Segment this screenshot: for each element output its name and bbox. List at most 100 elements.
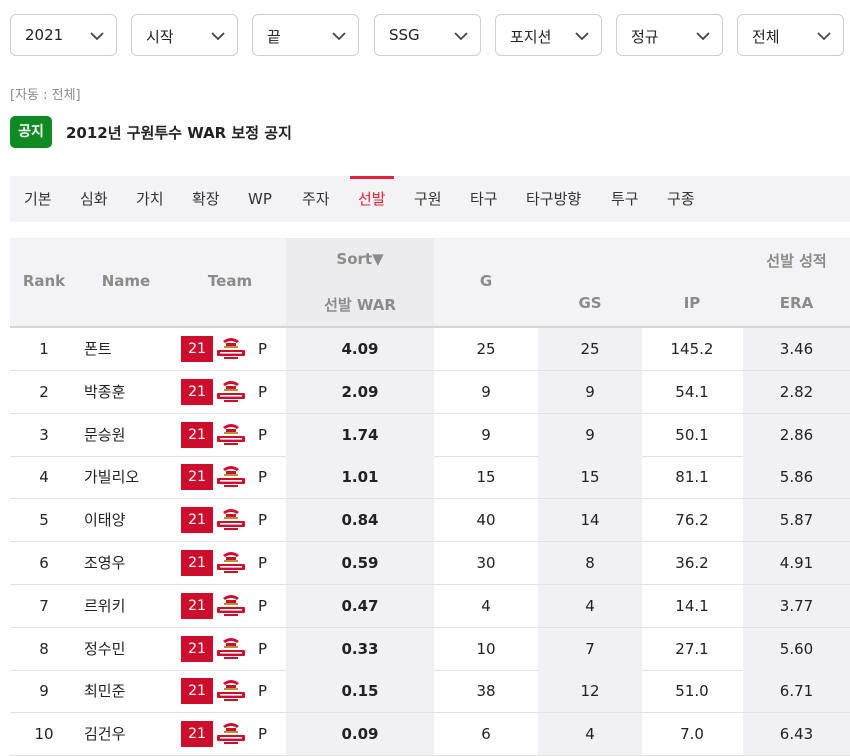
filter-bar: 2021 시작 끝 SSG 포지션 정규 전체 (10, 14, 850, 56)
tab-batted-ball[interactable]: 타구 (470, 176, 498, 222)
header-g[interactable]: G (434, 272, 538, 290)
filter-qualify-select[interactable]: 전체 (737, 14, 844, 56)
filter-end-select[interactable]: 끝 (252, 14, 359, 56)
header-era[interactable]: ERA (743, 294, 850, 312)
player-name-link[interactable]: 이태양 (84, 499, 174, 541)
player-name-link[interactable]: 가빌리오 (84, 456, 174, 498)
team-year-badge: 21 (181, 721, 213, 748)
landers-logo-icon (217, 552, 245, 573)
player-name-link[interactable]: 폰트 (84, 328, 174, 370)
era-cell: 5.87 (779, 511, 814, 530)
header-ip[interactable]: IP (642, 294, 742, 312)
table-row[interactable]: 7 르위키 21 P 0.47 4 4 14.1 3.77 (10, 584, 850, 628)
era-cell: 2.82 (779, 382, 814, 401)
position-cell: P (258, 725, 268, 744)
player-name-link[interactable]: 최민준 (84, 670, 174, 712)
tab-batted-ball-direction[interactable]: 타구방향 (526, 176, 581, 222)
tab-advanced[interactable]: 심화 (80, 176, 108, 222)
tab-basic[interactable]: 기본 (24, 176, 52, 222)
landers-logo-icon (217, 594, 245, 616)
tab-pitch-type[interactable]: 구종 (667, 176, 695, 222)
notice-link[interactable]: 2012년 구원투수 WAR 보정 공지 (66, 122, 292, 143)
table-row[interactable]: 9 최민준 21 P 0.15 38 12 51.0 6.71 (10, 670, 850, 714)
table-row[interactable]: 10 김건우 21 P 0.09 6 4 7.0 6.43 (10, 713, 850, 756)
rank-cell: 10 (34, 725, 54, 744)
rank-cell: 1 (39, 340, 49, 358)
header-sort[interactable]: Sort▼ (286, 250, 434, 268)
header-gs[interactable]: GS (538, 294, 642, 312)
position-cell: P (258, 682, 268, 701)
ip-cell: 81.1 (675, 468, 709, 487)
team-year-badge: 21 (181, 464, 213, 491)
filter-season-select[interactable]: 2021 (10, 14, 117, 56)
filter-qualify-label: 전체 (752, 28, 780, 46)
landers-logo-icon (217, 466, 245, 488)
starter-war-cell: 0.15 (341, 682, 379, 701)
header-starter-stats-group: 선발 성적 (766, 252, 827, 270)
ip-cell: 145.2 (670, 340, 714, 358)
tab-extended[interactable]: 확장 (192, 176, 220, 222)
team-year-badge: 21 (181, 507, 213, 534)
ip-cell: 76.2 (675, 511, 709, 530)
table-row[interactable]: 1 폰트 21 P 4.09 25 25 145.2 3.46 (10, 328, 850, 371)
header-name[interactable]: Name (84, 272, 168, 290)
position-cell: P (258, 425, 268, 444)
table-row[interactable]: 2 박종훈 21 P 2.09 9 9 54.1 2.82 (10, 370, 850, 414)
position-cell: P (258, 468, 268, 487)
table-row[interactable]: 3 문승원 21 P 1.74 9 9 50.1 2.86 (10, 413, 850, 457)
g-cell: 38 (476, 682, 496, 701)
landers-logo-icon (217, 680, 245, 702)
player-name-link[interactable]: 정수민 (84, 628, 174, 670)
rank-cell: 9 (39, 682, 49, 701)
chevron-down-icon (696, 32, 710, 41)
table-row[interactable]: 4 가빌리오 21 P 1.01 15 15 81.1 5.86 (10, 456, 850, 500)
notice-badge: 공지 (10, 116, 52, 148)
filter-start-select[interactable]: 시작 (131, 14, 238, 56)
player-name-link[interactable]: 조영우 (84, 542, 174, 584)
filter-season-type-label: 정규 (631, 28, 659, 46)
position-cell: P (258, 596, 268, 615)
player-name-link[interactable]: 박종훈 (84, 371, 174, 413)
tab-pitching[interactable]: 투구 (611, 176, 639, 222)
starter-war-cell: 0.47 (341, 596, 379, 615)
tab-starter[interactable]: 선발 (350, 176, 394, 222)
table-row[interactable]: 6 조영우 21 P 0.59 30 8 36.2 4.91 (10, 542, 850, 585)
tab-wp[interactable]: WP (248, 176, 272, 222)
header-rank[interactable]: Rank (10, 272, 78, 290)
player-name-link[interactable]: 문승원 (84, 414, 174, 456)
table-row[interactable]: 8 정수민 21 P 0.33 10 7 27.1 5.60 (10, 627, 850, 671)
starter-war-cell: 0.84 (341, 511, 379, 530)
position-cell: P (258, 554, 268, 572)
landers-logo-icon (217, 509, 245, 531)
era-cell: 5.86 (779, 468, 814, 487)
tab-reliever[interactable]: 구원 (414, 176, 442, 222)
ip-cell: 7.0 (680, 725, 704, 744)
player-name-link[interactable]: 김건우 (84, 713, 174, 755)
filter-team-select[interactable]: SSG (374, 14, 481, 56)
landers-logo-icon (217, 723, 245, 745)
landers-logo-icon (217, 338, 245, 359)
rank-cell: 2 (39, 382, 49, 401)
table-row[interactable]: 5 이태양 21 P 0.84 40 14 76.2 5.87 (10, 499, 850, 543)
g-cell: 10 (476, 639, 496, 658)
position-cell: P (258, 340, 268, 358)
filter-season-type-select[interactable]: 정규 (616, 14, 723, 56)
era-cell: 3.77 (779, 596, 814, 615)
g-cell: 9 (481, 382, 491, 401)
era-cell: 6.43 (779, 725, 814, 744)
header-starter-war[interactable]: 선발 WAR (286, 294, 434, 315)
rank-cell: 3 (39, 425, 49, 444)
gs-cell: 4 (585, 725, 595, 744)
player-name-link[interactable]: 르위키 (84, 585, 174, 627)
filter-position-select[interactable]: 포지션 (495, 14, 602, 56)
gs-cell: 9 (585, 425, 595, 444)
filter-position-label: 포지션 (510, 28, 552, 46)
rank-cell: 8 (39, 639, 49, 658)
filter-end-label: 끝 (267, 28, 281, 46)
header-team[interactable]: Team (190, 272, 270, 290)
tab-runner[interactable]: 주자 (302, 176, 330, 222)
ip-cell: 54.1 (675, 382, 709, 401)
era-cell: 2.86 (779, 425, 814, 444)
tab-value[interactable]: 가치 (136, 176, 164, 222)
ip-cell: 36.2 (675, 554, 709, 572)
